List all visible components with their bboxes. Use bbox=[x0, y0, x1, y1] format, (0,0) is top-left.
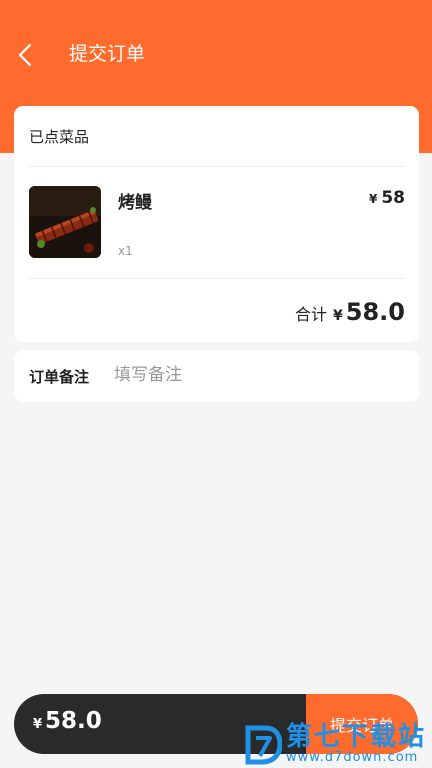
bottom-bar: ¥ 58.0 提交订单 bbox=[14, 694, 418, 754]
remark-input[interactable] bbox=[114, 360, 404, 390]
order-total: 合计 ¥ 58.0 bbox=[295, 298, 405, 326]
bar-total-value: 58.0 bbox=[45, 708, 102, 734]
remark-card: 订单备注 bbox=[14, 350, 419, 402]
currency-symbol: ¥ bbox=[368, 192, 378, 206]
total-value: 58.0 bbox=[345, 298, 405, 326]
dish-name: 烤鳗 bbox=[118, 193, 152, 213]
submit-order-button[interactable]: 提交订单 bbox=[306, 694, 418, 754]
dish-price: ¥58 bbox=[369, 188, 405, 208]
dish-quantity: x1 bbox=[118, 244, 133, 258]
dish-image bbox=[29, 186, 101, 258]
total-label: 合计 bbox=[295, 305, 328, 324]
section-title: 已点菜品 bbox=[29, 128, 90, 146]
currency-symbol: ¥ bbox=[33, 717, 43, 732]
back-button[interactable] bbox=[10, 38, 40, 72]
currency-symbol: ¥ bbox=[333, 308, 343, 324]
divider bbox=[28, 278, 405, 279]
remark-label: 订单备注 bbox=[29, 368, 90, 386]
divider bbox=[28, 166, 405, 167]
price-value: 58 bbox=[381, 188, 405, 208]
order-card: 已点菜品 烤鳗 x1 ¥ 58 合计 ¥ 58.0 bbox=[14, 106, 419, 342]
chevron-left-icon bbox=[18, 43, 32, 67]
page-title: 提交订单 bbox=[69, 43, 146, 65]
bar-total: ¥ 58.0 bbox=[33, 708, 102, 734]
